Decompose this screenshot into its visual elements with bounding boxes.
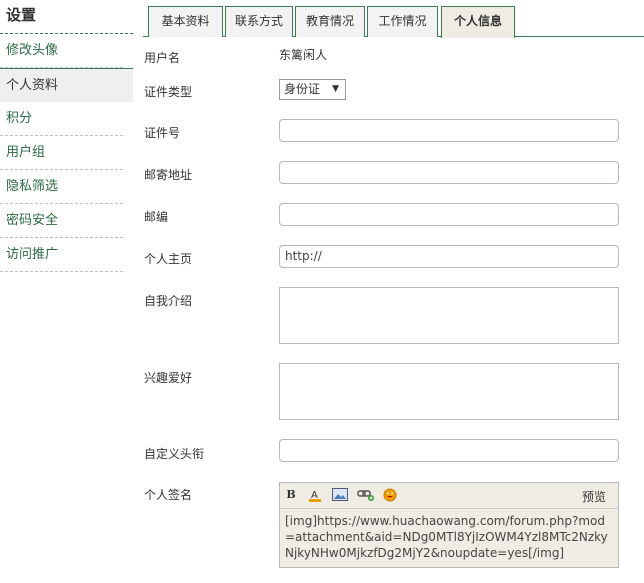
username-value: 东篱闲人 xyxy=(279,48,328,62)
tab-work[interactable]: 工作情况 xyxy=(367,6,438,37)
tab-basic-info[interactable]: 基本资料 xyxy=(148,6,223,37)
signature-editor: B A 预览 [img]https://www.huachaowang.com/… xyxy=(279,482,619,568)
address-label: 邮寄地址 xyxy=(144,168,193,182)
hobby-label: 兴趣爱好 xyxy=(144,371,193,385)
sidebar-item-promotion[interactable]: 访问推广 xyxy=(0,238,133,272)
tab-bar: 基本资料 联系方式 教育情况 工作情况 个人信息 xyxy=(143,0,644,38)
link-icon[interactable] xyxy=(357,488,375,502)
zipcode-label: 邮编 xyxy=(144,210,169,224)
sidebar-item-password[interactable]: 密码安全 xyxy=(0,204,133,238)
hobby-textarea[interactable] xyxy=(279,363,619,420)
homepage-input[interactable]: http:// xyxy=(279,245,619,268)
signature-label: 个人签名 xyxy=(144,488,193,502)
address-input[interactable] xyxy=(279,161,619,184)
signature-content[interactable]: [img]https://www.huachaowang.com/forum.p… xyxy=(280,509,618,567)
zipcode-input[interactable] xyxy=(279,203,619,226)
id-type-label: 证件类型 xyxy=(144,85,193,99)
sidebar-item-profile[interactable]: 个人资料 xyxy=(0,68,133,102)
bio-label: 自我介绍 xyxy=(144,294,193,308)
id-type-selected: 身份证 xyxy=(284,82,321,96)
image-icon[interactable] xyxy=(332,488,348,502)
custom-title-label: 自定义头衔 xyxy=(144,447,205,461)
sidebar-item-privacy[interactable]: 隐私筛选 xyxy=(0,170,133,204)
bold-icon[interactable]: B xyxy=(283,488,299,502)
sidebar-item-usergroup[interactable]: 用户组 xyxy=(0,136,133,170)
username-label: 用户名 xyxy=(144,51,181,65)
preview-button[interactable]: 预览 xyxy=(582,488,606,505)
sidebar-title: 设置 xyxy=(0,0,133,34)
tab-personal-info[interactable]: 个人信息 xyxy=(441,6,515,38)
bio-textarea[interactable] xyxy=(279,287,619,344)
id-number-label: 证件号 xyxy=(144,126,181,140)
smiley-icon[interactable] xyxy=(382,488,398,502)
chevron-down-icon: ▼ xyxy=(332,84,339,94)
sidebar-item-avatar[interactable]: 修改头像 xyxy=(0,34,133,68)
editor-toolbar: B A 预览 xyxy=(280,483,618,509)
tab-education[interactable]: 教育情况 xyxy=(295,6,365,37)
sidebar-item-credits[interactable]: 积分 xyxy=(0,102,133,136)
id-number-input[interactable] xyxy=(279,119,619,142)
custom-title-input[interactable] xyxy=(279,439,619,462)
sidebar: 设置 修改头像 个人资料 积分 用户组 隐私筛选 密码安全 访问推广 xyxy=(0,0,133,272)
tab-contact[interactable]: 联系方式 xyxy=(225,6,293,37)
homepage-label: 个人主页 xyxy=(144,252,193,266)
font-color-icon[interactable]: A xyxy=(307,488,323,502)
id-type-select[interactable]: 身份证 ▼ xyxy=(279,79,346,100)
